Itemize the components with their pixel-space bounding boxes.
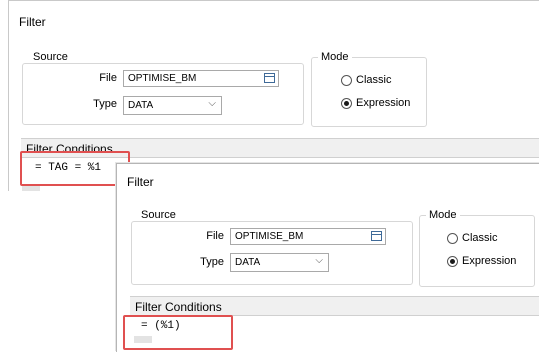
classic-label: Classic bbox=[462, 232, 498, 244]
filter-conditions-header: Filter Conditions bbox=[130, 296, 539, 316]
type-value: DATA bbox=[128, 100, 154, 111]
mode-group bbox=[311, 57, 427, 127]
classic-label: Classic bbox=[356, 74, 392, 86]
file-field[interactable]: OPTIMISE_BM bbox=[230, 228, 386, 245]
expression-label: Expression bbox=[462, 255, 517, 267]
radio-checked-icon bbox=[341, 98, 352, 109]
file-browse-icon[interactable] bbox=[371, 231, 382, 241]
radio-unchecked-icon bbox=[447, 233, 458, 244]
expression-label: Expression bbox=[356, 97, 411, 109]
chevron-down-icon: ⌵ bbox=[315, 255, 323, 266]
radio-checked-icon bbox=[447, 256, 458, 267]
window-title: Filter bbox=[127, 175, 154, 189]
chevron-down-icon: ⌵ bbox=[208, 98, 216, 109]
type-value: DATA bbox=[235, 257, 261, 268]
file-label: File bbox=[99, 72, 117, 84]
file-browse-icon[interactable] bbox=[264, 73, 275, 83]
type-select[interactable]: DATA ⌵ bbox=[230, 253, 329, 272]
type-select[interactable]: DATA ⌵ bbox=[123, 96, 222, 115]
mode-group bbox=[419, 215, 535, 287]
highlight-box bbox=[123, 315, 233, 350]
window-title: Filter bbox=[19, 15, 46, 29]
filter-conditions-title: Filter Conditions bbox=[135, 300, 222, 314]
source-legend: Source bbox=[30, 51, 71, 63]
highlight-box bbox=[20, 151, 130, 186]
source-legend: Source bbox=[138, 209, 179, 221]
type-label: Type bbox=[200, 256, 224, 268]
type-label: Type bbox=[93, 98, 117, 110]
file-field[interactable]: OPTIMISE_BM bbox=[123, 70, 279, 87]
file-label: File bbox=[206, 230, 224, 242]
file-value: OPTIMISE_BM bbox=[128, 73, 197, 84]
file-value: OPTIMISE_BM bbox=[235, 231, 304, 242]
radio-unchecked-icon bbox=[341, 75, 352, 86]
mode-legend: Mode bbox=[318, 51, 352, 63]
mode-legend: Mode bbox=[426, 209, 460, 221]
